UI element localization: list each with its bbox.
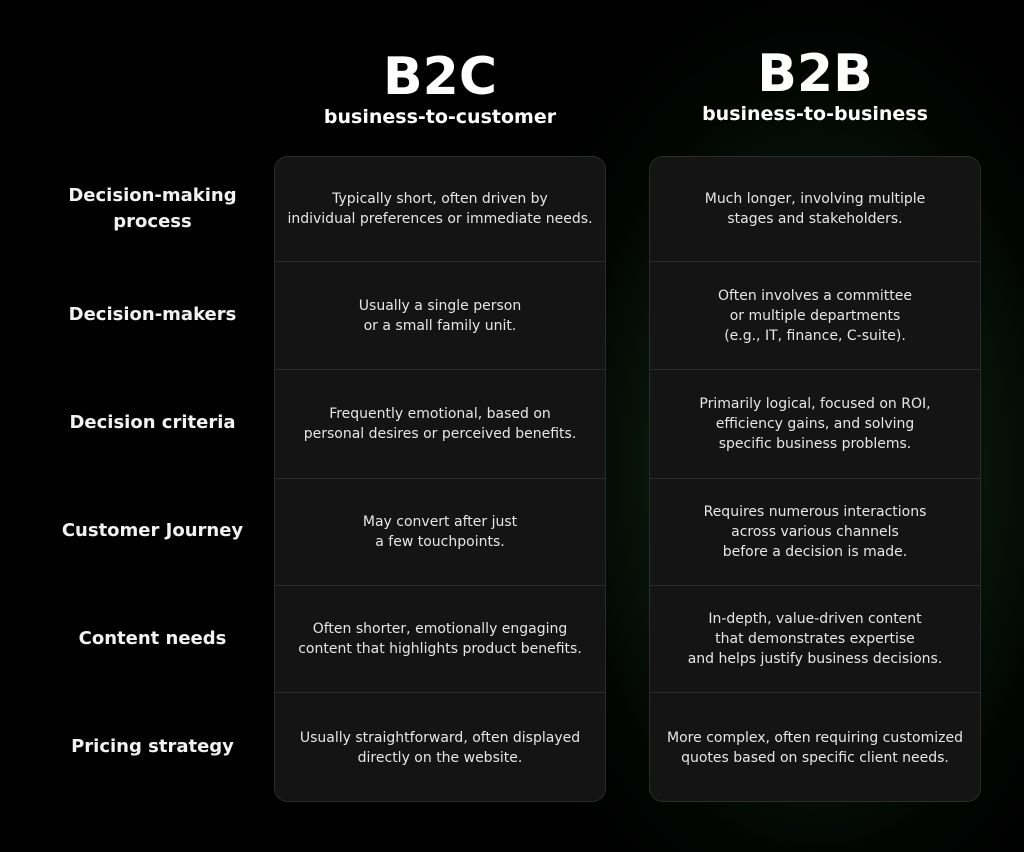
b2c-cell-decision-making-process: Typically short, often driven by individ…: [275, 157, 605, 262]
b2c-cell-decision-criteria: Frequently emotional, based on personal …: [275, 370, 605, 479]
b2b-header: B2B business-to-business: [649, 47, 981, 125]
b2b-cell-customer-journey: Requires numerous interactions across va…: [650, 479, 980, 586]
b2c-subtitle: business-to-customer: [323, 106, 557, 128]
b2b-card: Much longer, involving multiple stages a…: [649, 156, 981, 802]
row-label-decision-making-process: Decision-making process: [68, 185, 237, 232]
b2b-subtitle: business-to-business: [702, 103, 928, 125]
b2c-cell-content-needs: Often shorter, emotionally engaging cont…: [275, 586, 605, 693]
b2b-cell-decision-making-process: Much longer, involving multiple stages a…: [650, 157, 980, 262]
b2b-cell-decision-criteria: Primarily logical, focused on ROI, effic…: [650, 370, 980, 479]
row-label-customer-journey: Customer Journey: [61, 520, 244, 541]
b2c-title: B2C: [383, 47, 497, 107]
b2c-cell-pricing-strategy: Usually straightforward, often displayed…: [299, 730, 581, 766]
b2b-cell-pricing-strategy: More complex, often requiring customized…: [667, 730, 963, 766]
b2b-title: B2B: [757, 44, 873, 104]
b2c-header: B2C business-to-customer: [274, 50, 606, 128]
b2c-cell-customer-journey: May convert after just a few touchpoints…: [275, 479, 605, 586]
b2b-cell-content-needs: In-depth, value-driven content that demo…: [650, 586, 980, 693]
row-label-decision-makers: Decision-makers: [68, 304, 237, 325]
row-label-decision-criteria: Decision criteria: [69, 412, 236, 433]
row-label-content-needs: Content needs: [78, 628, 227, 649]
row-label-pricing-strategy: Pricing strategy: [71, 736, 234, 757]
b2b-cell-decision-makers: Often involves a committee or multiple d…: [650, 262, 980, 370]
b2c-cell-decision-makers: Usually a single person or a small famil…: [275, 262, 605, 370]
b2c-card: Typically short, often driven by individ…: [274, 156, 606, 802]
row-labels: Decision-making process Decision-makers …: [40, 157, 265, 801]
